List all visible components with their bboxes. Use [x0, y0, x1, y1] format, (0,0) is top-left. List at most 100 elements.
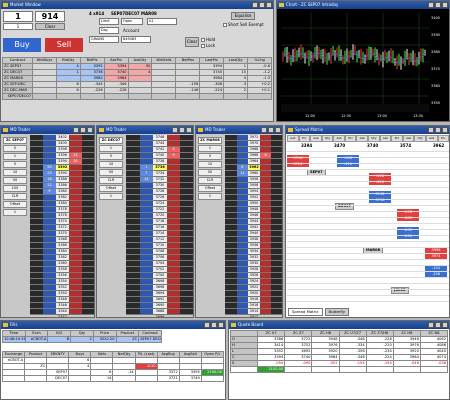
- spread-matrix-titlebar[interactable]: Spread Matrix: [286, 126, 449, 134]
- ladder-bid-column[interactable]: 50 23 18 12 9: [43, 135, 56, 315]
- minimize-icon[interactable]: [428, 322, 434, 328]
- close-icon[interactable]: [442, 127, 448, 133]
- quantity-button[interactable]: 100: [3, 185, 27, 192]
- matrix-cell[interactable]: -234: [397, 233, 419, 239]
- ladder-cell[interactable]: [82, 315, 94, 317]
- quantity-button[interactable]: 10: [198, 161, 222, 168]
- maximize-icon[interactable]: [268, 127, 274, 133]
- minimize-icon[interactable]: [204, 322, 210, 328]
- maximize-icon[interactable]: [435, 127, 441, 133]
- maximize-icon[interactable]: [80, 127, 86, 133]
- close-icon[interactable]: [442, 322, 448, 328]
- ladder-cell[interactable]: [69, 315, 82, 317]
- minimize-icon[interactable]: [73, 127, 79, 133]
- ladder-work-buy-column[interactable]: [225, 135, 237, 315]
- short-sell-checkbox[interactable]: [223, 23, 227, 27]
- positions-column-header[interactable]: P/L (Last): [134, 351, 158, 358]
- ladder-ask-column[interactable]: 12 30: [69, 135, 82, 315]
- md-trader-titlebar[interactable]: MD Trader: [97, 126, 193, 134]
- maximize-icon[interactable]: [259, 2, 265, 8]
- equalise-button[interactable]: Equalise: [231, 12, 255, 20]
- md-trader-titlebar[interactable]: MD Trader: [1, 126, 94, 134]
- minimize-icon[interactable]: [172, 127, 178, 133]
- tif-select[interactable]: Day: [99, 27, 119, 34]
- quantity-button[interactable]: 10: [3, 169, 27, 176]
- qty-field[interactable]: 1: [3, 11, 33, 22]
- hold-checkbox[interactable]: [201, 38, 205, 42]
- ladder-cell[interactable]: [43, 315, 56, 317]
- maximize-icon[interactable]: [211, 322, 217, 328]
- quantity-button[interactable]: 50: [99, 169, 123, 176]
- minimize-icon[interactable]: [252, 2, 258, 8]
- md-trader-titlebar[interactable]: MD Trader: [196, 126, 282, 134]
- close-icon[interactable]: [218, 322, 224, 328]
- clear-order-button[interactable]: Clear: [185, 37, 199, 47]
- ladder-bid-column[interactable]: 6 11: [236, 135, 249, 317]
- ladder-price-column[interactable]: 3402 3400 3398 3396 3394 3392 3390 3388 3386 3384…: [56, 135, 69, 317]
- ladder-cell[interactable]: [237, 315, 249, 317]
- close-icon[interactable]: [87, 127, 93, 133]
- ladder-cell[interactable]: [260, 315, 272, 317]
- quantity-button[interactable]: 5: [99, 153, 123, 160]
- ladder-price-column[interactable]: 3746 3744 3742 3740 3738 3736 3734 3732 3730 3728…: [153, 135, 167, 317]
- ladder-work-sell-column[interactable]: [180, 135, 193, 317]
- positions-column-header[interactable]: Exchange: [1, 351, 26, 358]
- order-window-titlebar[interactable]: Market Window: [1, 1, 273, 9]
- lock-checkbox[interactable]: [201, 44, 205, 48]
- ladder-bid-column[interactable]: 1 7 14: [139, 135, 154, 317]
- quantity-button[interactable]: 1: [99, 145, 123, 152]
- quantity-button[interactable]: 1: [198, 145, 222, 152]
- open-close-select[interactable]: Open: [121, 18, 143, 25]
- account-number-field[interactable]: 849483: [121, 36, 151, 43]
- market-row[interactable]: SEP07DEC07: [2, 93, 272, 100]
- quantity-button[interactable]: 1: [3, 153, 27, 160]
- quantity-button[interactable]: 50: [3, 177, 27, 184]
- ladder-cell[interactable]: [126, 315, 140, 317]
- clear-button[interactable]: Clear: [35, 23, 65, 30]
- ladder-cell[interactable]: 3686: [153, 315, 167, 317]
- ladder-work-buy-column[interactable]: [126, 135, 140, 315]
- price-ladder[interactable]: 50 23 18 12 9 3402 3400 3398 3396 3394 3392 3390 338…: [30, 135, 94, 317]
- tab-butterfly[interactable]: Butterfly: [324, 308, 350, 316]
- quantity-button[interactable]: CLR: [99, 177, 123, 184]
- maximize-icon[interactable]: [435, 2, 441, 8]
- ladder-ask-column[interactable]: 49: [166, 135, 181, 317]
- order-type-select[interactable]: Limit: [99, 18, 119, 25]
- ladder-cell[interactable]: [225, 315, 237, 317]
- matrix-cell[interactable]: -226: [369, 179, 391, 185]
- quantity-button[interactable]: CLR: [3, 193, 27, 200]
- maximize-icon[interactable]: [179, 127, 185, 133]
- price-ladder[interactable]: 1 7 14 3746 3744 3742 3740 3738 3736 3734 3732 3730…: [126, 135, 193, 317]
- quantity-button[interactable]: Offset: [3, 201, 27, 208]
- close-icon[interactable]: [266, 2, 272, 8]
- positions-row[interactable]: DEC07 14 3731 3749: [1, 375, 225, 382]
- minimize-icon[interactable]: [261, 127, 267, 133]
- quantity-button[interactable]: 5: [198, 153, 222, 160]
- quantity-button[interactable]: 1: [198, 193, 222, 200]
- ladder-cell[interactable]: [140, 315, 154, 317]
- price-field[interactable]: 914: [35, 11, 65, 22]
- ladder-cell[interactable]: [271, 315, 282, 317]
- matrix-cell[interactable]: 3746: [369, 197, 391, 203]
- maximize-icon[interactable]: [435, 322, 441, 328]
- ladder-cell[interactable]: [30, 315, 43, 317]
- quantity-button[interactable]: 50: [198, 169, 222, 176]
- positions-column-header[interactable]: Open P/L: [200, 351, 225, 358]
- quantity-button[interactable]: 1: [99, 193, 123, 200]
- sell-button[interactable]: Sell: [45, 38, 83, 52]
- close-icon[interactable]: [442, 2, 448, 8]
- matrix-cell[interactable]: 3724: [287, 161, 309, 167]
- account-select[interactable]: A1: [147, 18, 177, 25]
- matrix-cell[interactable]: -150: [337, 161, 359, 167]
- ladder-price-column[interactable]: 3972 3970 3968 3966 3964 3962 3960 3958 3956 3954…: [248, 135, 260, 317]
- matrix-cell[interactable]: -580: [397, 215, 419, 221]
- close-icon[interactable]: [186, 127, 192, 133]
- grains-field[interactable]: GRAINS: [89, 36, 119, 43]
- chart-plot-area[interactable]: [281, 12, 429, 112]
- chart-window-titlebar[interactable]: Chart - ZC SEP07 Intraday: [277, 1, 449, 9]
- ladder-cell[interactable]: [180, 315, 193, 317]
- minimize-icon[interactable]: [428, 127, 434, 133]
- ladder-cell[interactable]: [167, 315, 181, 317]
- ladder-ask-column[interactable]: 8: [259, 135, 272, 317]
- quote-board-titlebar[interactable]: Quote Board: [229, 321, 449, 329]
